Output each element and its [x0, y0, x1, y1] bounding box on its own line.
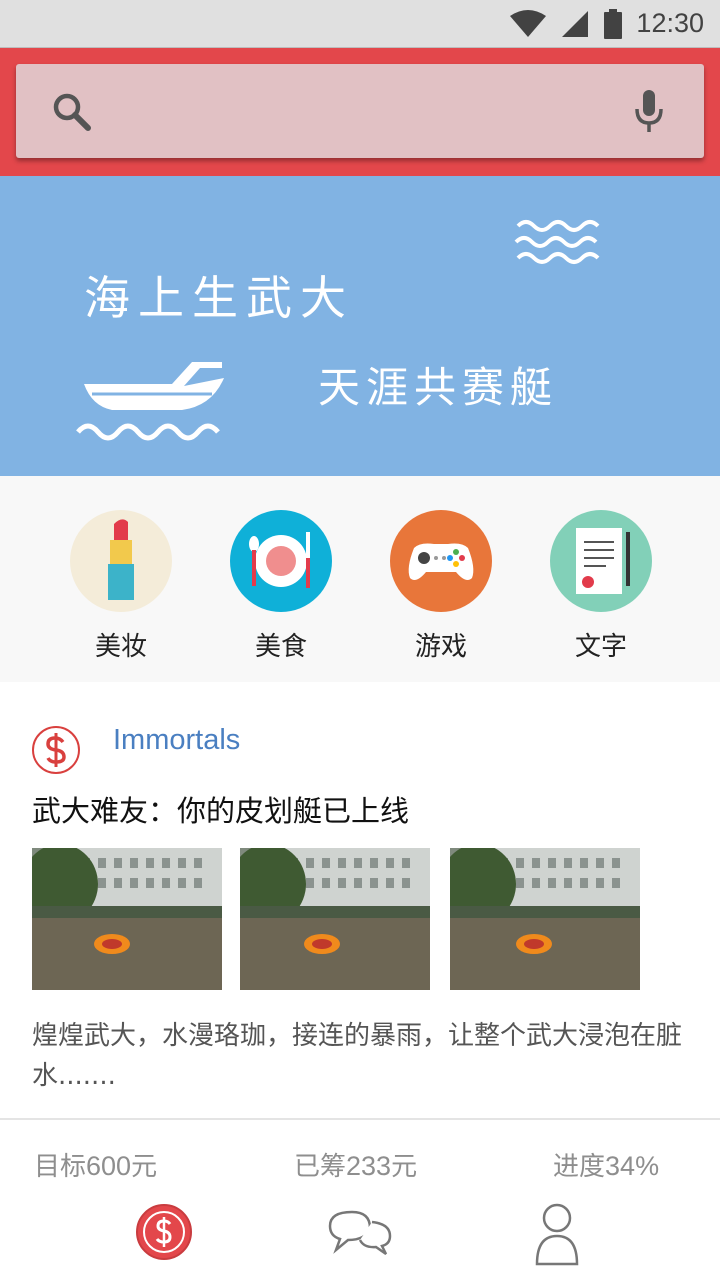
search-input[interactable] [16, 64, 704, 158]
nav-messages[interactable] [326, 1208, 394, 1260]
battery-icon [604, 8, 623, 39]
category-label: 游戏 [414, 632, 467, 662]
post-description[interactable]: 煌煌武大，水漫珞珈，接连的暴雨，让整个武大浸泡在脏水....... [32, 1016, 692, 1096]
post-photo[interactable] [450, 848, 640, 990]
category-label: 美食 [254, 632, 307, 662]
author-name[interactable]: Immortals [113, 724, 240, 757]
chat-icon [328, 1210, 392, 1256]
dollar-icon [46, 733, 66, 767]
campaign-card[interactable]: Immortals 武大难友：你的皮划艇已上线 煌煌武大，水漫珞珈，接连的暴雨，… [0, 682, 720, 1118]
post-title[interactable]: 武大难友：你的皮划艇已上线 [32, 788, 409, 830]
lipstick-icon [70, 510, 172, 612]
app-screen: 12:30 海上生武大 天涯共赛艇 美妆 美食 游戏 文字 Immortals … [0, 0, 720, 1280]
nav-profile[interactable] [534, 1202, 580, 1270]
raised-unit: 元 [391, 1152, 418, 1182]
goal-value: 600 [86, 1151, 132, 1181]
bottom-navigation [0, 1194, 720, 1280]
signal-icon [560, 10, 590, 38]
post-photo[interactable] [32, 848, 222, 990]
waves-icon [514, 216, 600, 272]
banner-headline: 海上生武大 [84, 271, 354, 325]
raised-label: 已筹 [294, 1152, 347, 1182]
progress-value: 34 [605, 1151, 636, 1181]
raised-value: 233 [346, 1151, 392, 1181]
banner-subline: 天涯共赛艇 [318, 363, 559, 412]
category-row: 美妆 美食 游戏 文字 [0, 476, 720, 682]
funding-stats: 目标600元 已筹233元 进度34% [0, 1120, 720, 1190]
person-icon [535, 1203, 579, 1266]
category-food[interactable]: 美食 [201, 510, 361, 663]
clock: 12:30 [636, 8, 704, 38]
microphone-icon[interactable] [634, 90, 664, 138]
category-writing[interactable]: 文字 [521, 510, 681, 663]
gamepad-icon [390, 510, 492, 612]
plate-icon [230, 510, 332, 612]
post-photo[interactable] [240, 848, 430, 990]
goal-label: 目标 [34, 1152, 87, 1182]
nav-funding[interactable] [134, 1202, 194, 1266]
category-label: 美妆 [94, 632, 147, 662]
progress-stat: 进度34% [553, 1146, 659, 1183]
author-avatar[interactable] [32, 726, 80, 774]
promo-banner[interactable]: 海上生武大 天涯共赛艇 [0, 176, 720, 476]
boat-icon [72, 354, 232, 448]
progress-unit: % [635, 1151, 660, 1181]
status-bar: 12:30 [0, 0, 720, 48]
certificate-icon [550, 510, 652, 612]
progress-label: 进度 [553, 1152, 606, 1182]
dollar-icon [136, 1204, 192, 1260]
search-header [0, 48, 720, 176]
category-label: 文字 [574, 632, 627, 662]
wifi-icon [510, 9, 547, 38]
search-icon[interactable] [52, 92, 92, 136]
category-makeup[interactable]: 美妆 [41, 510, 201, 663]
goal-unit: 元 [131, 1152, 158, 1182]
category-games[interactable]: 游戏 [361, 510, 521, 663]
raised-stat: 已筹233元 [294, 1146, 417, 1183]
goal-stat: 目标600元 [34, 1146, 157, 1183]
